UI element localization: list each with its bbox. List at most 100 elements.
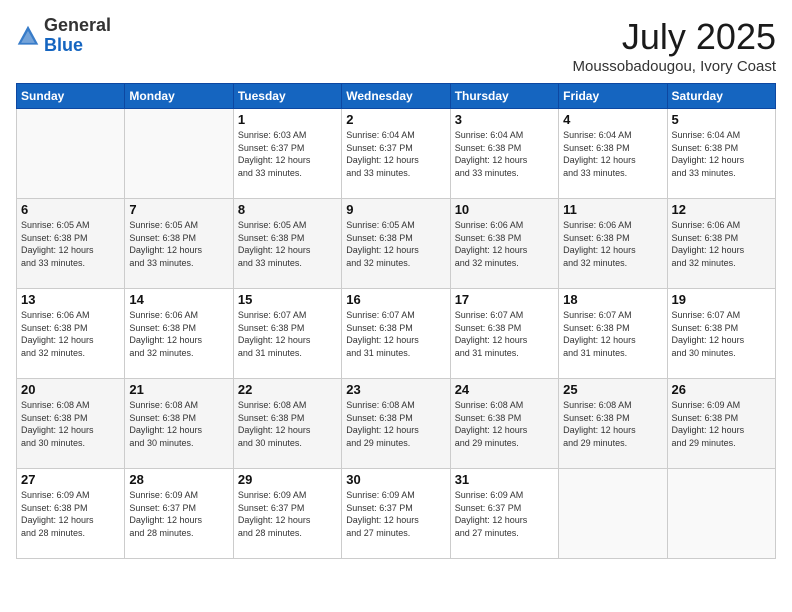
day-number: 9 [346, 202, 445, 217]
day-number: 22 [238, 382, 337, 397]
day-number: 7 [129, 202, 228, 217]
logo: General Blue [16, 16, 111, 56]
calendar-cell: 11Sunrise: 6:06 AMSunset: 6:38 PMDayligh… [559, 199, 667, 289]
day-info: Sunrise: 6:08 AMSunset: 6:38 PMDaylight:… [129, 399, 228, 449]
day-info: Sunrise: 6:05 AMSunset: 6:38 PMDaylight:… [346, 219, 445, 269]
calendar-week-row: 13 Sunrise: 6:06 AMSunset: 6:38 PMDayligh… [17, 289, 776, 379]
day-info: Sunrise: 6:04 AMSunset: 6:38 PMDaylight:… [563, 129, 662, 179]
day-number: 23 [346, 382, 445, 397]
day-info: Sunrise: 6:07 AMSunset: 6:38 PMDaylight:… [346, 309, 445, 359]
calendar-table: SundayMondayTuesdayWednesdayThursdayFrid… [16, 83, 776, 559]
day-number: 12 [672, 202, 771, 217]
day-info: Sunrise: 6:07 AMSunset: 6:38 PMDaylight:… [238, 309, 337, 359]
day-number: 6 [21, 202, 120, 217]
calendar-cell: 5Sunrise: 6:04 AMSunset: 6:38 PMDaylight… [667, 109, 775, 199]
title-block: July 2025 Moussobadougou, Ivory Coast [573, 16, 776, 75]
day-info: Sunrise: 6:09 AMSunset: 6:37 PMDaylight:… [346, 489, 445, 539]
day-number: 27 [21, 472, 120, 487]
day-info: Sunrise: 6:09 AMSunset: 6:37 PMDaylight:… [238, 489, 337, 539]
calendar-week-row: 6 Sunrise: 6:05 AMSunset: 6:38 PMDaylight… [17, 199, 776, 289]
weekday-header-friday: Friday [559, 84, 667, 109]
day-number: 28 [129, 472, 228, 487]
calendar-cell: 2 Sunrise: 6:04 AMSunset: 6:37 PMDaylight… [342, 109, 450, 199]
weekday-header-saturday: Saturday [667, 84, 775, 109]
day-number: 19 [672, 292, 771, 307]
location: Moussobadougou, Ivory Coast [573, 58, 776, 75]
logo-icon [16, 24, 40, 48]
day-info: Sunrise: 6:04 AMSunset: 6:38 PMDaylight:… [455, 129, 554, 179]
calendar-cell: 8 Sunrise: 6:05 AMSunset: 6:38 PMDaylight… [233, 199, 341, 289]
day-number: 29 [238, 472, 337, 487]
day-number: 25 [563, 382, 662, 397]
day-info: Sunrise: 6:06 AMSunset: 6:38 PMDaylight:… [129, 309, 228, 359]
day-number: 17 [455, 292, 554, 307]
day-number: 10 [455, 202, 554, 217]
calendar-cell [17, 109, 125, 199]
day-info: Sunrise: 6:06 AMSunset: 6:38 PMDaylight:… [455, 219, 554, 269]
day-info: Sunrise: 6:09 AMSunset: 6:38 PMDaylight:… [672, 399, 771, 449]
calendar-cell: 1 Sunrise: 6:03 AMSunset: 6:37 PMDaylight… [233, 109, 341, 199]
day-info: Sunrise: 6:03 AMSunset: 6:37 PMDaylight:… [238, 129, 337, 179]
day-info: Sunrise: 6:07 AMSunset: 6:38 PMDaylight:… [563, 309, 662, 359]
day-info: Sunrise: 6:07 AMSunset: 6:38 PMDaylight:… [455, 309, 554, 359]
month-title: July 2025 [573, 16, 776, 58]
calendar-cell: 28Sunrise: 6:09 AMSunset: 6:37 PMDayligh… [125, 469, 233, 559]
day-info: Sunrise: 6:09 AMSunset: 6:37 PMDaylight:… [455, 489, 554, 539]
day-number: 31 [455, 472, 554, 487]
weekday-header-wednesday: Wednesday [342, 84, 450, 109]
day-info: Sunrise: 6:08 AMSunset: 6:38 PMDaylight:… [238, 399, 337, 449]
day-number: 20 [21, 382, 120, 397]
calendar-week-row: 1 Sunrise: 6:03 AMSunset: 6:37 PMDaylight… [17, 109, 776, 199]
day-number: 11 [563, 202, 662, 217]
calendar-cell: 29 Sunrise: 6:09 AMSunset: 6:37 PMDayligh… [233, 469, 341, 559]
calendar-cell: 31 Sunrise: 6:09 AMSunset: 6:37 PMDayligh… [450, 469, 558, 559]
day-number: 1 [238, 112, 337, 127]
day-info: Sunrise: 6:04 AMSunset: 6:37 PMDaylight:… [346, 129, 445, 179]
calendar-cell: 27 Sunrise: 6:09 AMSunset: 6:38 PMDayligh… [17, 469, 125, 559]
day-number: 3 [455, 112, 554, 127]
calendar-cell: 10 Sunrise: 6:06 AMSunset: 6:38 PMDayligh… [450, 199, 558, 289]
weekday-header-thursday: Thursday [450, 84, 558, 109]
day-number: 8 [238, 202, 337, 217]
calendar-cell: 7 Sunrise: 6:05 AMSunset: 6:38 PMDaylight… [125, 199, 233, 289]
logo-text: General Blue [44, 16, 111, 56]
day-number: 4 [563, 112, 662, 127]
day-info: Sunrise: 6:06 AMSunset: 6:38 PMDaylight:… [672, 219, 771, 269]
calendar-week-row: 20 Sunrise: 6:08 AMSunset: 6:38 PMDayligh… [17, 379, 776, 469]
calendar-cell: 20Sunrise: 6:08 AMSunset: 6:38 PMDayligh… [17, 379, 125, 469]
weekday-header-sunday: Sunday [17, 84, 125, 109]
calendar-cell: 26 Sunrise: 6:09 AMSunset: 6:38 PMDayligh… [667, 379, 775, 469]
day-number: 13 [21, 292, 120, 307]
day-info: Sunrise: 6:07 AMSunset: 6:38 PMDaylight:… [672, 309, 771, 359]
day-info: Sunrise: 6:04 AMSunset: 6:38 PMDaylight:… [672, 129, 771, 179]
calendar-cell: 16Sunrise: 6:07 AMSunset: 6:38 PMDayligh… [342, 289, 450, 379]
day-info: Sunrise: 6:05 AMSunset: 6:38 PMDaylight:… [21, 219, 120, 269]
calendar-cell: 15Sunrise: 6:07 AMSunset: 6:38 PMDayligh… [233, 289, 341, 379]
page-header: General Blue July 2025 Moussobadougou, I… [16, 16, 776, 75]
day-info: Sunrise: 6:05 AMSunset: 6:38 PMDaylight:… [238, 219, 337, 269]
calendar-cell: 13Sunrise: 6:06 AMSunset: 6:38 PMDayligh… [17, 289, 125, 379]
calendar-cell: 18 Sunrise: 6:07 AMSunset: 6:38 PMDayligh… [559, 289, 667, 379]
calendar-cell: 22 Sunrise: 6:08 AMSunset: 6:38 PMDayligh… [233, 379, 341, 469]
calendar-cell: 30Sunrise: 6:09 AMSunset: 6:37 PMDayligh… [342, 469, 450, 559]
calendar-cell: 9 Sunrise: 6:05 AMSunset: 6:38 PMDaylight… [342, 199, 450, 289]
day-info: Sunrise: 6:08 AMSunset: 6:38 PMDaylight:… [455, 399, 554, 449]
calendar-cell: 25 Sunrise: 6:08 AMSunset: 6:38 PMDayligh… [559, 379, 667, 469]
day-number: 2 [346, 112, 445, 127]
day-info: Sunrise: 6:05 AMSunset: 6:38 PMDaylight:… [129, 219, 228, 269]
calendar-cell: 23 Sunrise: 6:08 AMSunset: 6:38 PMDayligh… [342, 379, 450, 469]
day-number: 26 [672, 382, 771, 397]
calendar-cell: 12 Sunrise: 6:06 AMSunset: 6:38 PMDayligh… [667, 199, 775, 289]
day-info: Sunrise: 6:09 AMSunset: 6:38 PMDaylight:… [21, 489, 120, 539]
day-number: 18 [563, 292, 662, 307]
calendar-cell: 19 Sunrise: 6:07 AMSunset: 6:38 PMDayligh… [667, 289, 775, 379]
calendar-cell: 3 Sunrise: 6:04 AMSunset: 6:38 PMDaylight… [450, 109, 558, 199]
day-number: 21 [129, 382, 228, 397]
day-info: Sunrise: 6:08 AMSunset: 6:38 PMDaylight:… [563, 399, 662, 449]
day-number: 24 [455, 382, 554, 397]
calendar-cell: 17 Sunrise: 6:07 AMSunset: 6:38 PMDayligh… [450, 289, 558, 379]
day-info: Sunrise: 6:08 AMSunset: 6:38 PMDaylight:… [346, 399, 445, 449]
calendar-cell: 4 Sunrise: 6:04 AMSunset: 6:38 PMDaylight… [559, 109, 667, 199]
calendar-cell: 6 Sunrise: 6:05 AMSunset: 6:38 PMDaylight… [17, 199, 125, 289]
calendar-cell: 14Sunrise: 6:06 AMSunset: 6:38 PMDayligh… [125, 289, 233, 379]
